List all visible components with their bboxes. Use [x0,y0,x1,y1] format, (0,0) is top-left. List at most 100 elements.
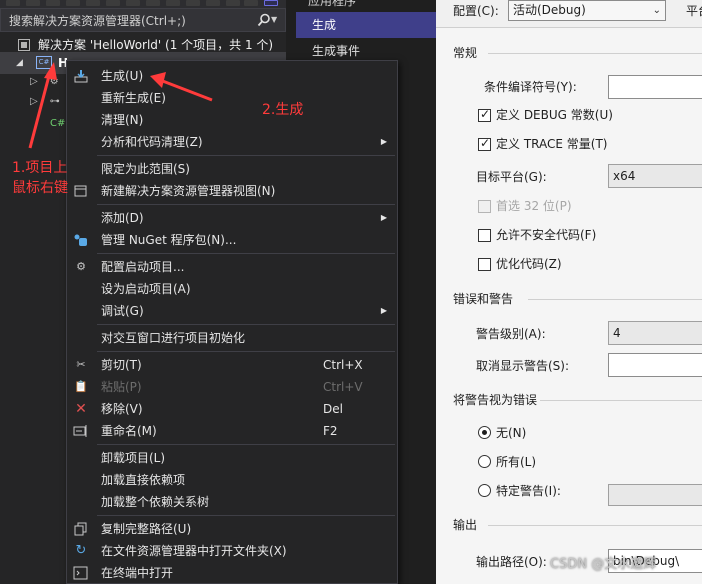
remove-icon: ✕ [75,401,87,417]
toolbar-button-active[interactable] [264,0,278,6]
menu-item-label: 分析和代码清理(Z) [101,135,203,149]
menu-separator [97,253,395,254]
conditional-symbols-label: 条件编译符号(Y): [484,80,577,94]
toolbar-button[interactable] [46,0,60,6]
target-platform-label: 目标平台(G): [476,170,547,184]
menu-separator [97,324,395,325]
menu-item-scope[interactable]: 限定为此范围(S) [67,158,397,180]
menu-item-label: 新建解决方案资源管理器视图(N) [101,184,276,198]
solution-icon [18,39,30,51]
define-trace-label[interactable]: 定义 TRACE 常量(T) [496,135,607,153]
toolbar-button[interactable] [226,0,240,6]
menu-item-interactive-init[interactable]: 对交互窗口进行项目初始化 [67,327,397,349]
section-divider [488,53,702,54]
optimize-checkbox[interactable] [478,258,491,271]
tree-child-row[interactable]: ▷ ⚙ [30,76,59,87]
menu-item-debug[interactable]: 调试(G) ▶ [67,300,397,322]
section-treat-title: 将警告视为错误 [453,393,538,407]
conditional-symbols-input[interactable] [608,75,702,99]
explorer-toolbar [0,0,286,8]
config-label: 配置(C): [453,4,499,18]
menu-item-open-terminal[interactable]: 在终端中打开 [67,562,397,584]
menu-item-label: 对交互窗口进行项目初始化 [101,331,246,345]
menu-item-clean[interactable]: 清理(N) [67,109,397,131]
toolbar-button[interactable] [26,0,40,6]
allow-unsafe-checkbox[interactable] [478,229,491,242]
menu-item-new-view[interactable]: 新建解决方案资源管理器视图(N) [67,180,397,202]
menu-item-load-direct[interactable]: 加载直接依赖项 [67,469,397,491]
new-view-icon [74,185,87,197]
tab-build-events[interactable]: 生成事件 [312,40,360,62]
define-trace-checkbox[interactable] [478,136,491,151]
toolbar-button[interactable] [206,0,220,6]
radio-all[interactable] [478,455,491,468]
menu-item-label: 移除(V) [101,402,143,416]
menu-item-shortcut: Ctrl+X [323,358,363,372]
expand-icon[interactable]: ▷ [30,76,38,87]
menu-item-paste[interactable]: 📋 粘贴(P) Ctrl+V [67,376,397,398]
menu-item-configure-startup[interactable]: ⚙ 配置启动项目... [67,256,397,278]
csharp-file-icon: C# [50,118,66,129]
allow-unsafe-label[interactable]: 允许不安全代码(F) [496,226,596,244]
radio-none-label[interactable]: 无(N) [496,424,526,442]
prefer32-checkbox[interactable] [478,200,491,213]
menu-item-nuget[interactable]: 管理 NuGet 程序包(N)... [67,229,397,251]
radio-all-label[interactable]: 所有(L) [496,453,536,471]
expand-icon[interactable]: ▷ [30,96,38,107]
toolbar-button[interactable] [6,0,20,6]
menu-item-rebuild[interactable]: 重新生成(E) [67,87,397,109]
toolbar-button[interactable] [166,0,180,6]
menu-item-label: 重命名(M) [101,424,157,438]
suppress-warnings-input[interactable] [608,353,702,377]
menu-item-build[interactable]: 生成(U) [67,65,397,87]
config-value: 活动(Debug) [513,3,586,17]
menu-item-label: 配置启动项目... [101,260,185,274]
target-platform-select[interactable]: x64 [608,164,702,188]
search-bar[interactable]: 搜索解决方案资源管理器(Ctrl+;) ▼ [0,8,286,32]
menu-item-unload[interactable]: 卸载项目(L) [67,447,397,469]
menu-item-cut[interactable]: ✂ 剪切(T) Ctrl+X [67,354,397,376]
menu-item-set-startup[interactable]: 设为启动项目(A) [67,278,397,300]
tab-application-partial[interactable]: 应用程序 [308,0,428,8]
expand-icon[interactable]: ◢ [16,52,23,74]
menu-item-remove[interactable]: ✕ 移除(V) Del [67,398,397,420]
toolbar-button[interactable] [146,0,160,6]
menu-item-load-tree[interactable]: 加载整个依赖关系树 [67,491,397,513]
toolbar-button[interactable] [86,0,100,6]
chevron-down-icon[interactable]: ▼ [271,15,277,24]
tab-build-label: 生成 [312,18,337,32]
menu-separator [97,515,395,516]
menu-item-label: 重新生成(E) [101,91,166,105]
section-divider [540,400,702,401]
menu-item-open-folder[interactable]: ↻ 在文件资源管理器中打开文件夹(X) [67,540,397,562]
annotation-step2: 2.生成 [262,102,304,118]
menu-item-rename[interactable]: 重命名(M) F2 [67,420,397,442]
platform-label: 平台 [686,4,702,18]
menu-item-label: 加载整个依赖关系树 [101,495,210,509]
radio-specific[interactable] [478,484,491,497]
radio-none[interactable] [478,426,491,439]
optimize-label[interactable]: 优化代码(Z) [496,255,562,273]
tree-child-row[interactable]: ▷ ⊶ [30,96,60,107]
menu-item-analyze[interactable]: 分析和代码清理(Z) ▶ [67,131,397,153]
tab-build[interactable]: 生成 [296,12,436,38]
toolbar-button[interactable] [186,0,200,6]
radio-specific-label[interactable]: 特定警告(I): [496,482,561,500]
menu-item-copy-path[interactable]: 复制完整路径(U) [67,518,397,540]
toolbar-button[interactable] [106,0,120,6]
toolbar-button[interactable] [244,0,258,6]
warning-level-select[interactable]: 4 [608,321,702,345]
toolbar-button[interactable] [66,0,80,6]
define-debug-label[interactable]: 定义 DEBUG 常数(U) [496,106,613,124]
define-debug-checkbox[interactable] [478,107,491,122]
config-select[interactable]: 活动(Debug) ⌄ [508,0,666,21]
search-input[interactable]: 搜索解决方案资源管理器(Ctrl+;) [9,13,239,29]
tree-child-row[interactable]: C# [50,118,65,129]
annotation-step1-line1: 1.项目上 [12,160,68,176]
references-icon: ⊶ [49,96,60,107]
menu-item-add[interactable]: 添加(D) ▶ [67,207,397,229]
specific-warnings-input[interactable] [608,484,702,506]
menu-item-label: 复制完整路径(U) [101,522,192,536]
toolbar-button[interactable] [126,0,140,6]
search-icon[interactable] [257,13,271,27]
